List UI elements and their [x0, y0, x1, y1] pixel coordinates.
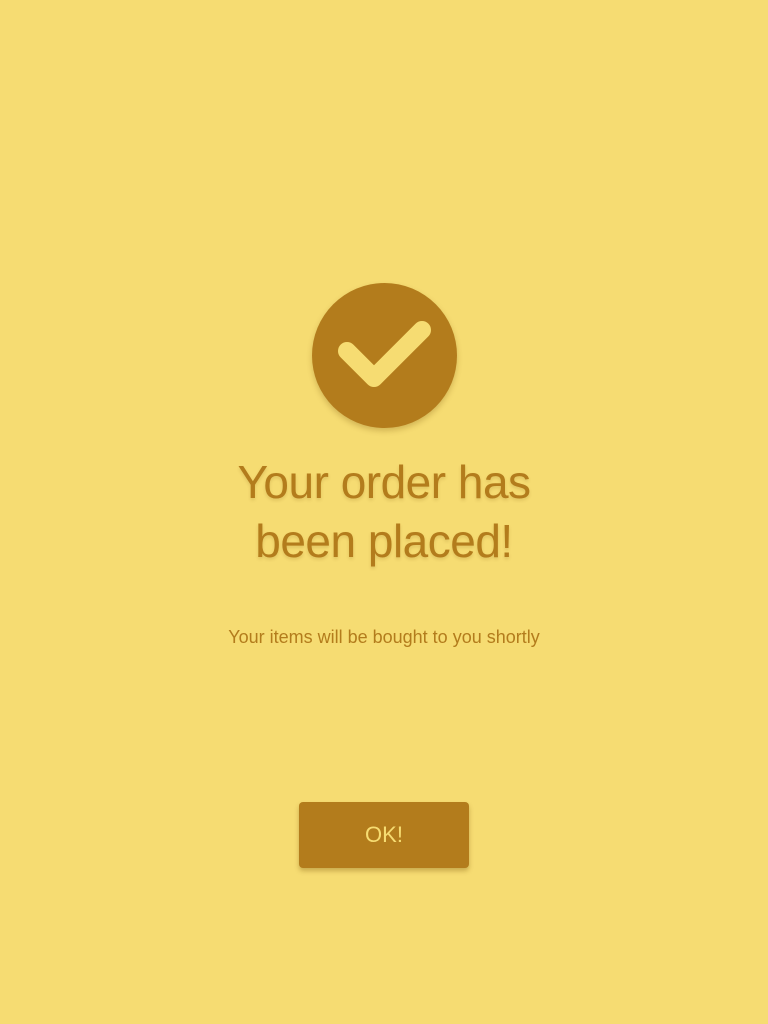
confirmation-title: Your order has been placed!	[237, 456, 531, 567]
confirmation-message: Your items will be bought to you shortly	[228, 627, 540, 647]
success-badge	[312, 283, 457, 428]
ok-button[interactable]: OK!	[299, 802, 469, 868]
checkmark-icon	[338, 321, 431, 387]
